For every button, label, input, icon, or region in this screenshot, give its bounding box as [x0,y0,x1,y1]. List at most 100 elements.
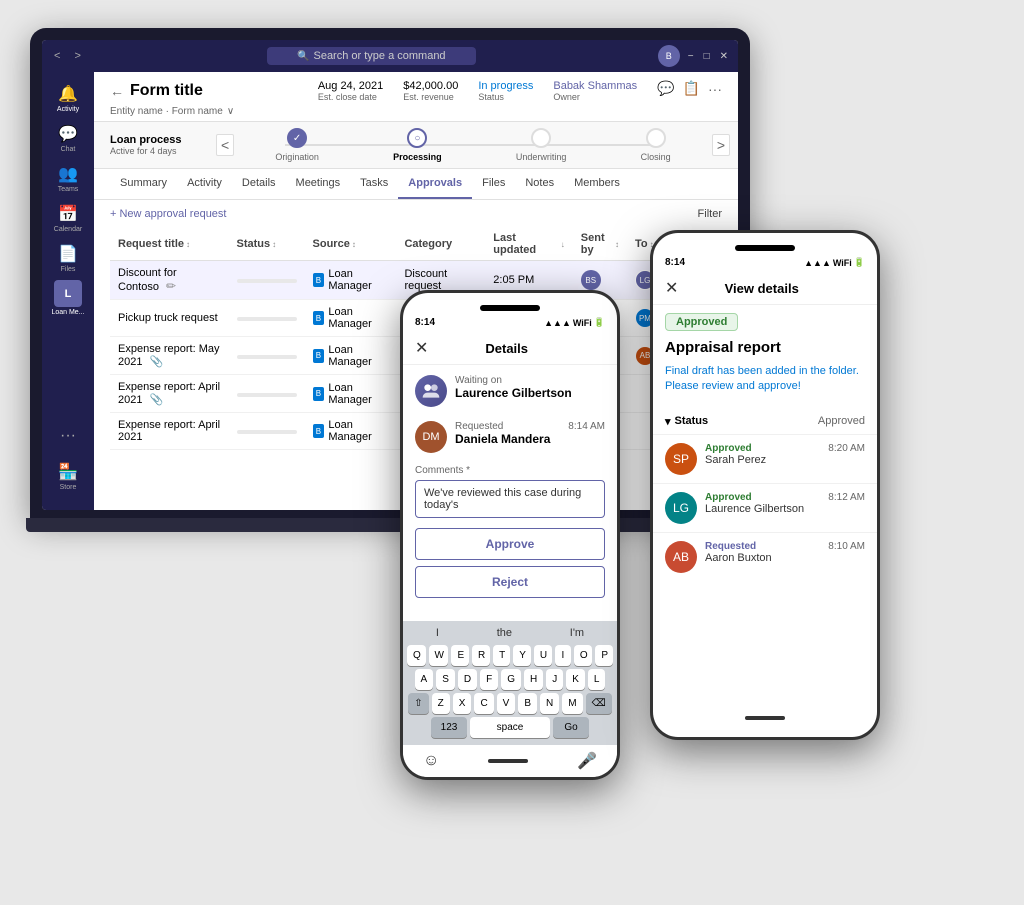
sidebar-item-chat[interactable]: 💬 Chat [50,120,86,156]
key-v[interactable]: V [497,693,516,714]
key-i[interactable]: I [555,645,571,666]
step-processing[interactable]: ○ Processing [393,128,442,162]
edit-icon[interactable]: ✏ [166,279,176,293]
step-underwriting[interactable]: Underwriting [516,128,567,162]
status-item-1: SP Approved 8:20 AM Sarah Perez [653,434,877,483]
key-space[interactable]: space [470,717,550,738]
key-m[interactable]: M [562,693,582,714]
phone-left-top-bar: ✕ Details [403,332,617,365]
phone-right-home [653,707,877,737]
key-k[interactable]: K [566,669,585,690]
key-g[interactable]: G [501,669,521,690]
sidebar-item-files[interactable]: 📄 Files [50,240,86,276]
key-o[interactable]: O [574,645,593,666]
chat-action-btn[interactable]: 💬 [657,80,674,97]
nav-forward-btn[interactable]: > [70,48,84,64]
phone-left-close-btn[interactable]: ✕ [415,338,428,358]
more-action-btn[interactable]: ··· [708,81,722,97]
teams-search-bar[interactable]: 🔍 Search or type a command [267,47,476,65]
report-desc-link[interactable]: added in the folder [765,365,856,377]
col-sent-by[interactable]: Sent by ↕ [573,228,627,261]
status-person-2: Laurence Gilbertson [705,503,865,515]
suggestion-3[interactable]: I'm [570,627,584,639]
close-btn[interactable]: ✕ [718,49,730,64]
key-123[interactable]: 123 [431,717,467,738]
tab-approvals[interactable]: Approvals [398,169,472,199]
key-n[interactable]: N [540,693,559,714]
tab-files[interactable]: Files [472,169,515,199]
status-row-3: Requested 8:10 AM [705,541,865,552]
key-backspace[interactable]: ⌫ [586,693,612,714]
key-r[interactable]: R [472,645,490,666]
key-s[interactable]: S [436,669,455,690]
meta-owner-label: Owner [553,92,637,102]
key-a[interactable]: A [415,669,434,690]
key-t[interactable]: T [493,645,510,666]
key-p[interactable]: P [595,645,613,666]
col-status[interactable]: Status ↕ [229,228,305,261]
tab-activity[interactable]: Activity [177,169,232,199]
key-q[interactable]: Q [407,645,426,666]
mic-btn[interactable]: 🎤 [577,751,597,771]
dropdown-arrow[interactable]: ∨ [227,106,234,117]
sidebar-item-loan[interactable]: L Loan Me... [50,280,86,316]
reject-btn[interactable]: Reject [415,566,605,598]
wifi-icon: WiFi [833,258,852,268]
sort-icon: ↕ [186,240,190,249]
key-h[interactable]: H [524,669,543,690]
waiting-section: Waiting on Laurence Gilbertson [415,375,605,407]
key-y[interactable]: Y [513,645,531,666]
status-badge [237,393,297,397]
tab-meetings[interactable]: Meetings [286,169,351,199]
sidebar-more-btn[interactable]: ··· [50,418,86,454]
keyboard-row-4: 123 space Go [407,717,613,738]
key-w[interactable]: W [429,645,449,666]
phone-right-close-btn[interactable]: ✕ [665,278,678,298]
col-source[interactable]: Source ↕ [305,228,397,261]
col-updated[interactable]: Last updated ↓ [485,228,572,261]
suggestion-2[interactable]: the [497,627,512,639]
key-b[interactable]: B [518,693,537,714]
maximize-btn[interactable]: □ [702,49,712,64]
sidebar-item-calendar[interactable]: 📅 Calendar [50,200,86,236]
key-shift[interactable]: ⇧ [408,693,428,714]
key-x[interactable]: X [453,693,472,714]
suggestion-1[interactable]: I [436,627,439,639]
key-j[interactable]: J [546,669,563,690]
filter-btn[interactable]: Filter [698,208,722,220]
user-avatar[interactable]: B [658,45,680,67]
minimize-btn[interactable]: − [686,49,696,64]
tab-members[interactable]: Members [564,169,630,199]
process-info: Loan process Active for 4 days [102,134,212,156]
process-nav-right[interactable]: > [712,134,730,156]
key-c[interactable]: C [474,693,493,714]
nav-back-btn[interactable]: < [50,48,64,64]
comments-box[interactable]: We've reviewed this case during today's [415,480,605,518]
tab-summary[interactable]: Summary [110,169,177,199]
step-origination[interactable]: ✓ Origination [275,128,319,162]
key-d[interactable]: D [458,669,477,690]
back-button[interactable]: ← [110,83,124,99]
status-section-toggle[interactable]: ▾ Status Approved [653,409,877,434]
share-action-btn[interactable]: 📋 [683,80,700,97]
key-z[interactable]: Z [432,693,450,714]
key-go[interactable]: Go [553,717,589,738]
approve-btn[interactable]: Approve [415,528,605,560]
key-l[interactable]: L [588,669,606,690]
process-nav-left[interactable]: < [216,134,234,156]
key-f[interactable]: F [480,669,498,690]
tab-tasks[interactable]: Tasks [350,169,398,199]
sidebar-item-activity[interactable]: 🔔 Activity [50,80,86,116]
col-request-title[interactable]: Request title ↕ [110,228,229,261]
meta-status-label: Status [478,92,533,102]
tab-notes[interactable]: Notes [515,169,564,199]
step-closing[interactable]: Closing [641,128,671,162]
key-u[interactable]: U [534,645,552,666]
sidebar-store-btn[interactable]: 🏪 Store [50,458,86,494]
battery-icon: 🔋 [854,257,865,268]
emoji-btn[interactable]: ☺ [423,752,439,770]
sidebar-item-teams[interactable]: 👥 Teams [50,160,86,196]
new-approval-btn[interactable]: + New approval request [110,208,226,220]
key-e[interactable]: E [451,645,469,666]
tab-details[interactable]: Details [232,169,286,199]
